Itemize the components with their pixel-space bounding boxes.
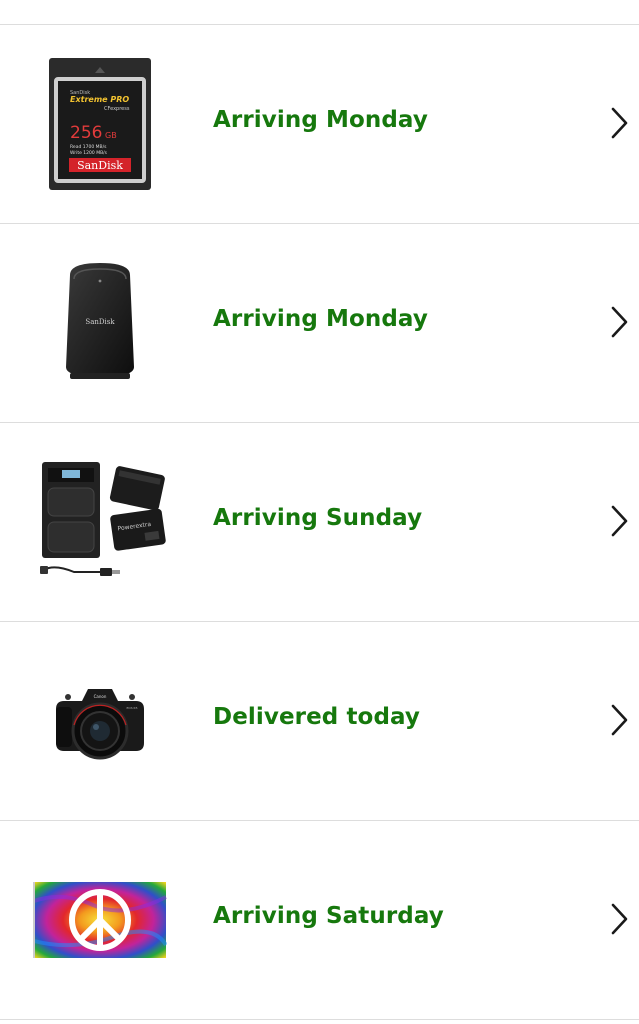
delivery-status: Arriving Saturday	[213, 903, 444, 929]
product-image-flag	[30, 845, 170, 995]
svg-text:Canon: Canon	[94, 694, 107, 699]
product-image-cfexpress-card: SanDisk Extreme PRO CFexpress 256 GB Rea…	[30, 49, 170, 199]
product-image-card-reader: SanDisk	[30, 248, 170, 398]
sandisk-card-reader-icon: SanDisk	[66, 263, 134, 379]
chevron-right-icon[interactable]	[606, 105, 632, 141]
chevron-right-icon[interactable]	[606, 503, 632, 539]
svg-text:Read 1700 MB/s: Read 1700 MB/s	[70, 144, 107, 150]
product-image-camera: Canon EOS R5	[30, 646, 170, 796]
order-row[interactable]: SanDisk Extreme PRO CFexpress 256 GB Rea…	[0, 25, 639, 224]
svg-text:CFexpress: CFexpress	[104, 106, 130, 112]
order-row[interactable]: Canon EOS R5 Delivered today	[0, 622, 639, 821]
battery-charger-kit-icon: Powerextra	[40, 462, 166, 576]
order-row[interactable]: SanDisk Arriving Monday	[0, 224, 639, 423]
peace-sign-flag-icon	[33, 882, 167, 958]
svg-text:256: 256	[70, 123, 102, 143]
delivery-status: Arriving Monday	[213, 107, 428, 133]
svg-text:Extreme PRO: Extreme PRO	[70, 95, 129, 104]
order-row[interactable]: Arriving Saturday	[0, 821, 639, 1020]
chevron-right-icon[interactable]	[606, 304, 632, 340]
chevron-right-icon[interactable]	[606, 702, 632, 738]
product-image-battery-charger: Powerextra	[30, 447, 170, 597]
mirrorless-camera-icon: Canon EOS R5	[56, 689, 144, 760]
chevron-right-icon[interactable]	[606, 901, 632, 937]
orders-page: SanDisk Extreme PRO CFexpress 256 GB Rea…	[0, 0, 639, 1024]
sandisk-cfexpress-card-icon: SanDisk Extreme PRO CFexpress 256 GB Rea…	[49, 58, 151, 190]
delivery-status: Delivered today	[213, 704, 421, 730]
svg-text:Write 1200 MB/s: Write 1200 MB/s	[70, 150, 108, 156]
order-row[interactable]: Powerextra Arriving Sunday	[0, 423, 639, 622]
svg-text:SanDisk: SanDisk	[77, 159, 123, 172]
svg-text:GB: GB	[105, 131, 117, 140]
order-list: SanDisk Extreme PRO CFexpress 256 GB Rea…	[0, 25, 639, 1020]
delivery-status: Arriving Sunday	[213, 505, 423, 531]
svg-text:EOS R5: EOS R5	[126, 706, 137, 710]
delivery-status: Arriving Monday	[213, 306, 428, 332]
svg-text:SanDisk: SanDisk	[85, 318, 115, 326]
